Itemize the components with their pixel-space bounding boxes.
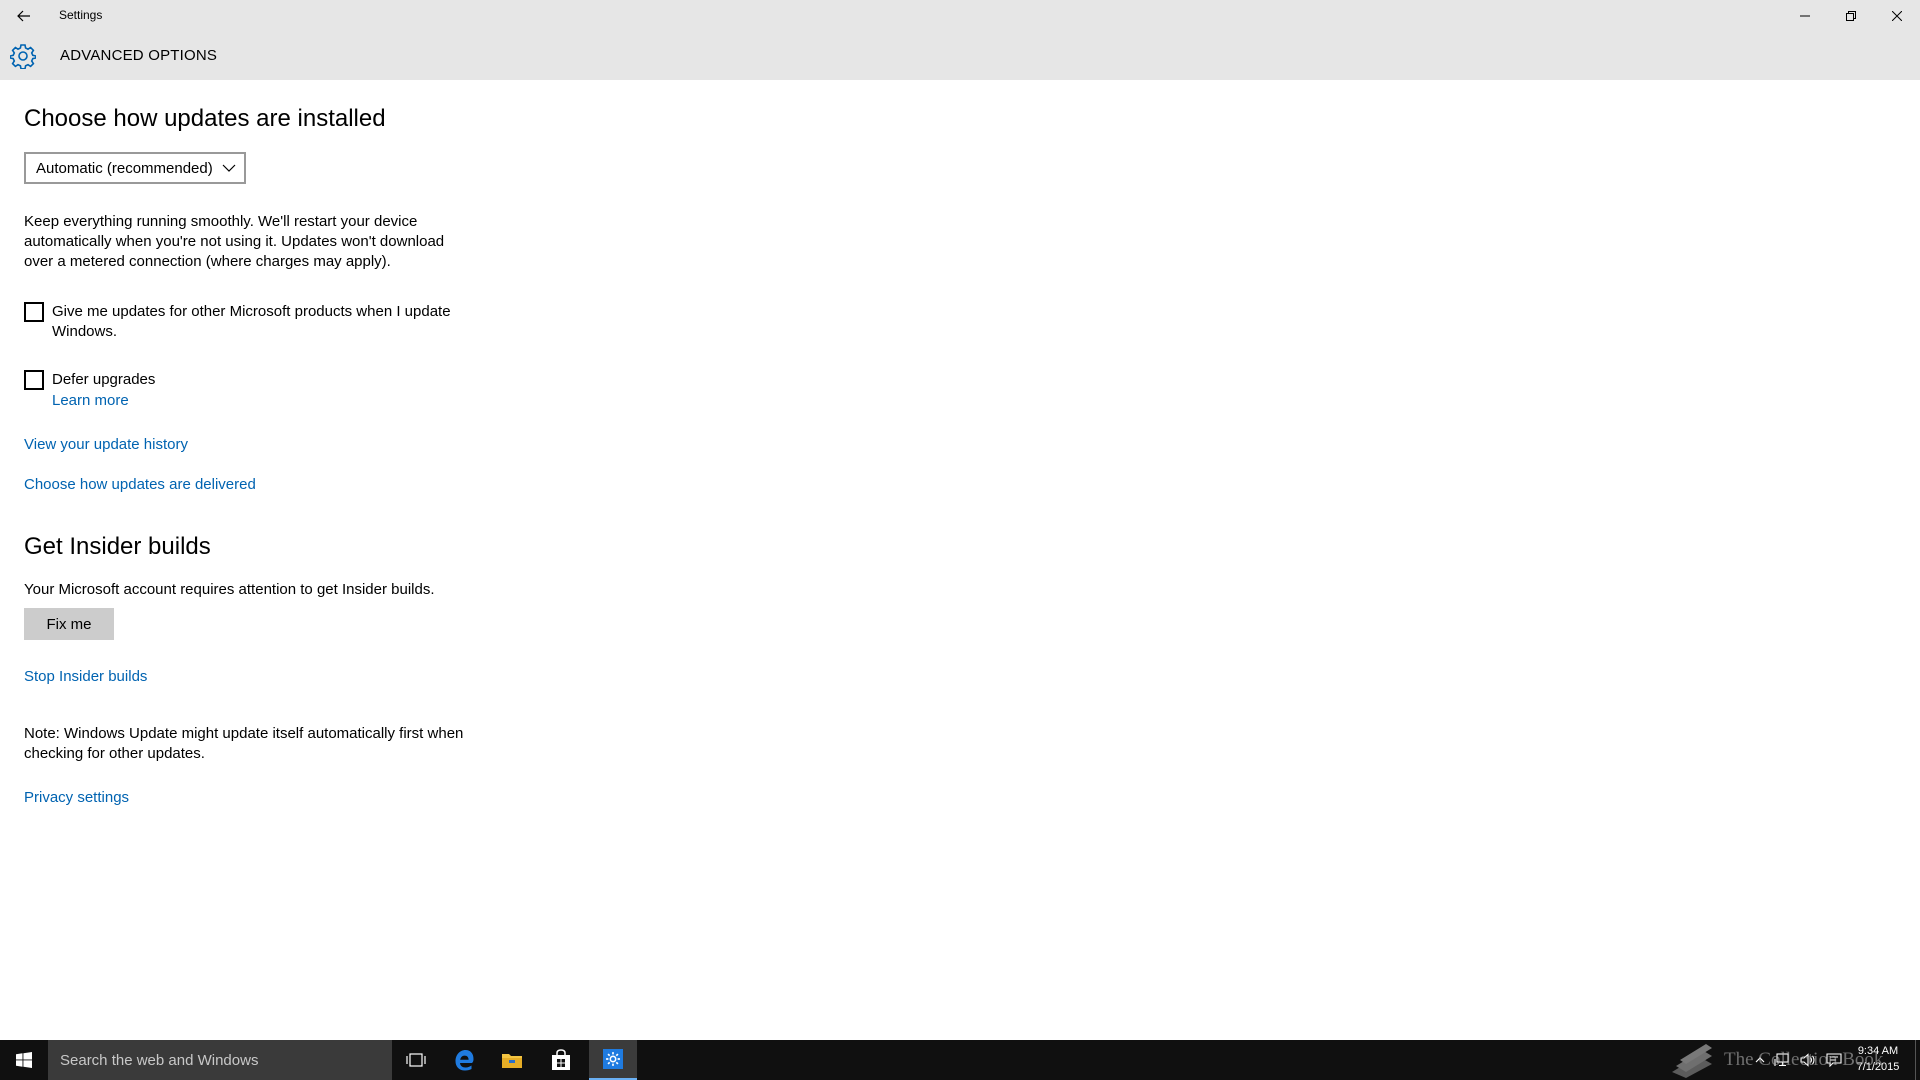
window-title: Settings bbox=[59, 8, 103, 22]
learn-more-link[interactable]: Learn more bbox=[52, 392, 129, 409]
edge-button[interactable] bbox=[440, 1040, 488, 1080]
task-view-button[interactable] bbox=[392, 1040, 440, 1080]
close-icon bbox=[1892, 11, 1902, 21]
close-button[interactable] bbox=[1874, 0, 1920, 32]
taskbar: Search the web and Windows 9:34 AM 7/1/2… bbox=[0, 1040, 1920, 1080]
watermark: The Collection Book bbox=[1668, 1040, 1883, 1080]
store-button[interactable] bbox=[537, 1040, 585, 1080]
privacy-settings-link[interactable]: Privacy settings bbox=[24, 789, 129, 806]
stop-insider-link[interactable]: Stop Insider builds bbox=[24, 668, 147, 685]
other-products-option: Give me updates for other Microsoft prod… bbox=[24, 302, 472, 342]
restore-icon bbox=[1846, 11, 1856, 21]
defer-upgrades-checkbox[interactable] bbox=[24, 370, 44, 390]
search-placeholder: Search the web and Windows bbox=[60, 1051, 259, 1069]
delivery-options-link[interactable]: Choose how updates are delivered bbox=[24, 476, 256, 493]
update-history-link[interactable]: View your update history bbox=[24, 436, 188, 453]
watermark-text: The Collection Book bbox=[1724, 1049, 1884, 1070]
restore-button[interactable] bbox=[1828, 0, 1874, 32]
file-explorer-icon bbox=[502, 1054, 522, 1068]
gear-icon bbox=[10, 44, 36, 69]
taskbar-search-box[interactable]: Search the web and Windows bbox=[48, 1040, 392, 1080]
other-products-checkbox[interactable] bbox=[24, 302, 44, 322]
updates-description: Keep everything running smoothly. We'll … bbox=[24, 213, 445, 270]
page-header: ADVANCED OPTIONS bbox=[0, 32, 1920, 80]
task-view-icon bbox=[406, 1053, 426, 1067]
store-icon bbox=[552, 1049, 570, 1070]
back-button[interactable] bbox=[0, 0, 48, 32]
install-mode-dropdown[interactable]: Automatic (recommended) bbox=[24, 152, 246, 184]
insider-heading: Get Insider builds bbox=[24, 533, 211, 560]
edge-icon bbox=[455, 1050, 474, 1071]
settings-taskbar-button[interactable] bbox=[589, 1040, 637, 1080]
windows-logo-icon bbox=[16, 1052, 32, 1068]
settings-icon bbox=[603, 1049, 623, 1069]
other-products-label[interactable]: Give me updates for other Microsoft prod… bbox=[52, 302, 472, 342]
title-bar: Settings bbox=[0, 0, 1920, 32]
updates-heading: Choose how updates are installed bbox=[24, 105, 386, 132]
insider-message: Your Microsoft account requires attentio… bbox=[24, 581, 435, 598]
page-title: ADVANCED OPTIONS bbox=[60, 47, 218, 64]
book-icon bbox=[1672, 1044, 1712, 1078]
minimize-icon bbox=[1800, 15, 1810, 17]
update-note: Note: Windows Update might update itself… bbox=[24, 725, 464, 762]
file-explorer-button[interactable] bbox=[488, 1040, 536, 1080]
defer-upgrades-option: Defer upgrades bbox=[24, 370, 472, 390]
show-desktop-button[interactable] bbox=[1915, 1040, 1920, 1080]
start-button[interactable] bbox=[0, 1040, 48, 1080]
back-arrow-icon bbox=[17, 10, 30, 22]
fix-me-button[interactable]: Fix me bbox=[24, 608, 114, 640]
minimize-button[interactable] bbox=[1782, 0, 1828, 32]
chevron-down-icon bbox=[222, 164, 236, 172]
defer-upgrades-label[interactable]: Defer upgrades bbox=[52, 370, 472, 390]
dropdown-selected-value: Automatic (recommended) bbox=[36, 159, 213, 177]
